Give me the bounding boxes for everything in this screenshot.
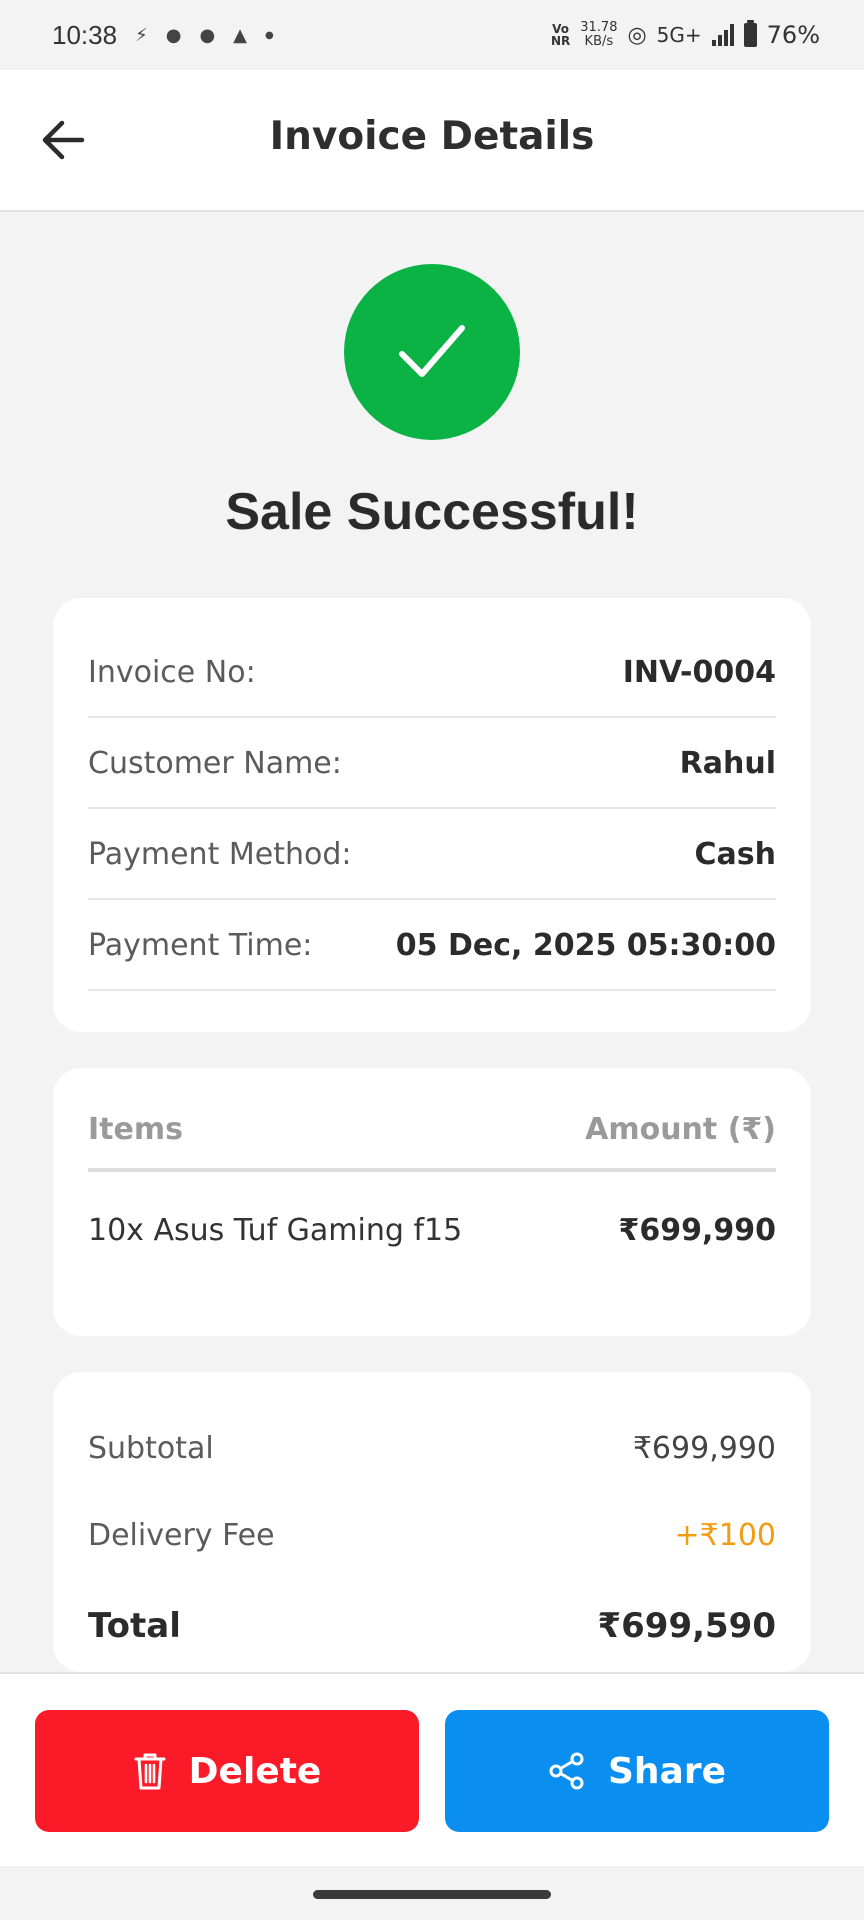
status-left: 10:38 ⚡ ● ● ▲ ●	[52, 20, 274, 51]
notification-app-icon-2: ●	[199, 24, 216, 46]
invoice-number-value: INV-0004	[622, 654, 776, 690]
summary-card: Subtotal ₹699,990 Delivery Fee +₹100 Tot…	[53, 1372, 811, 1672]
net-speed-unit: KB/s	[584, 34, 614, 49]
warning-icon: ▲	[233, 24, 247, 46]
network-type: 5G+	[656, 23, 702, 47]
share-icon	[549, 1752, 584, 1790]
notification-app-icon: ●	[165, 24, 182, 46]
home-indicator[interactable]	[313, 1890, 551, 1899]
system-navigation-area	[0, 1866, 864, 1920]
payment-time-value: 05 Dec, 2025 05:30:00	[395, 927, 776, 963]
battery-icon	[743, 20, 757, 47]
items-column-header: Items	[88, 1111, 183, 1147]
delivery-fee-value: +₹100	[674, 1517, 776, 1553]
success-title: Sale Successful!	[225, 483, 639, 541]
status-time: 10:38	[52, 19, 118, 50]
amount-column-header: Amount (₹)	[585, 1111, 776, 1147]
items-card: Items Amount (₹) 10x Asus Tuf Gaming f15…	[53, 1068, 811, 1336]
app-bar: Invoice Details	[0, 70, 864, 212]
item-amount: ₹699,990	[618, 1212, 776, 1248]
net-speed-value: 31.78	[580, 20, 618, 35]
trash-icon	[134, 1753, 166, 1790]
share-button[interactable]: Share	[445, 1710, 829, 1832]
payment-method-row: Payment Method: Cash	[88, 810, 776, 900]
subtotal-row: Subtotal ₹699,990	[88, 1418, 776, 1478]
payment-time-label: Payment Time:	[88, 927, 313, 963]
invoice-info-card: Invoice No: INV-0004 Customer Name: Rahu…	[53, 598, 811, 1032]
hotspot-icon: ◎	[627, 22, 647, 48]
item-name: 10x Asus Tuf Gaming f15	[88, 1212, 463, 1248]
volte-indicator: Vo NR	[551, 23, 570, 47]
subtotal-label: Subtotal	[88, 1430, 214, 1466]
page-title: Invoice Details	[269, 114, 595, 159]
customer-name-row: Customer Name: Rahul	[88, 719, 776, 809]
payment-method-label: Payment Method:	[88, 836, 352, 872]
delivery-fee-label: Delivery Fee	[88, 1517, 275, 1553]
volte-bottom-text: NR	[550, 34, 571, 48]
total-label: Total	[88, 1606, 181, 1646]
customer-name-label: Customer Name:	[88, 745, 342, 781]
charging-bolt-icon: ⚡	[135, 24, 148, 46]
payment-method-value: Cash	[694, 836, 776, 872]
payment-time-row: Payment Time: 05 Dec, 2025 05:30:00	[88, 901, 776, 991]
status-bar: 10:38 ⚡ ● ● ▲ ● Vo NR 31.78 KB/s ◎ 5G+ 7…	[0, 0, 864, 70]
total-value: ₹699,590	[597, 1606, 776, 1646]
checkmark-icon	[399, 325, 465, 377]
total-row: Total ₹699,590	[88, 1596, 776, 1656]
delivery-fee-row: Delivery Fee +₹100	[88, 1505, 776, 1565]
battery-percent: 76%	[766, 21, 820, 49]
bottom-action-bar: Delete Share	[0, 1672, 864, 1868]
invoice-number-row: Invoice No: INV-0004	[88, 628, 776, 718]
signal-bars-icon	[711, 24, 734, 46]
more-notifications-dot-icon: ●	[265, 29, 274, 41]
invoice-number-label: Invoice No:	[88, 654, 256, 690]
net-speed: 31.78 KB/s	[580, 21, 617, 49]
customer-name-value: Rahul	[679, 745, 776, 781]
delete-button-label: Delete	[188, 1750, 322, 1792]
share-button-label: Share	[607, 1750, 727, 1792]
delete-button[interactable]: Delete	[35, 1710, 419, 1832]
table-row: 10x Asus Tuf Gaming f15 ₹699,990	[88, 1200, 776, 1260]
success-badge	[344, 264, 520, 440]
subtotal-value: ₹699,990	[632, 1430, 776, 1466]
items-table-header: Items Amount (₹)	[88, 1090, 776, 1172]
status-right: Vo NR 31.78 KB/s ◎ 5G+ 76%	[551, 20, 820, 49]
